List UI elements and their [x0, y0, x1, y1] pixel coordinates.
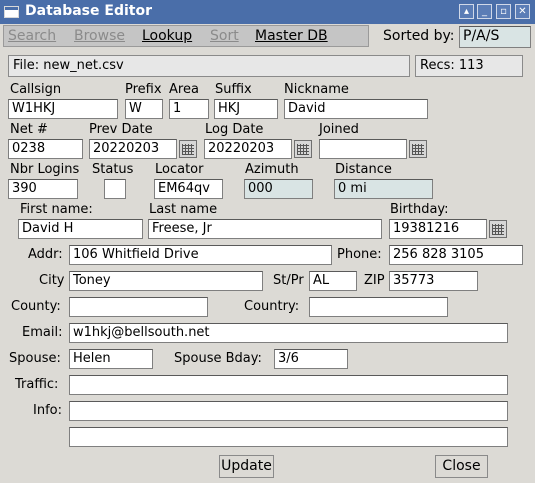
- sorted-by-label: Sorted by:: [383, 28, 455, 44]
- status-label: Status: [92, 162, 134, 177]
- maximize-icon[interactable]: ▫: [496, 4, 511, 19]
- callsign-label: Callsign: [10, 82, 62, 97]
- info-field-2[interactable]: [69, 427, 508, 447]
- nickname-label: Nickname: [284, 82, 349, 97]
- menu-bar: Search Browse Lookup Sort Master DB: [3, 25, 369, 47]
- address-field[interactable]: 106 Whitfield Drive: [69, 245, 332, 265]
- menu-master-db[interactable]: Master DB: [255, 28, 328, 44]
- update-button[interactable]: Update: [219, 455, 274, 478]
- spouse-birthday-field[interactable]: 3/6: [274, 349, 348, 369]
- suffix-field[interactable]: HKJ: [214, 99, 278, 119]
- address-label: Addr:: [28, 247, 63, 262]
- last-name-field[interactable]: Freese, Jr: [148, 219, 382, 239]
- nbr-logins-label: Nbr Logins: [10, 162, 80, 177]
- spouse-label: Spouse:: [9, 351, 61, 366]
- area-field[interactable]: 1: [169, 99, 209, 119]
- nickname-field[interactable]: David: [284, 99, 428, 119]
- info-field[interactable]: [69, 401, 508, 421]
- menu-browse[interactable]: Browse: [74, 28, 125, 44]
- close-window-icon[interactable]: ✕: [515, 4, 530, 19]
- joined-label: Joined: [319, 122, 359, 137]
- spouse-field[interactable]: Helen: [69, 349, 153, 369]
- log-date-calendar-icon[interactable]: [294, 140, 312, 158]
- distance-label: Distance: [335, 162, 392, 177]
- distance-field: 0 mi: [334, 179, 433, 199]
- window-title: Database Editor: [25, 3, 152, 19]
- log-date-label: Log Date: [205, 122, 264, 137]
- first-name-field[interactable]: David H: [18, 219, 143, 239]
- spouse-birthday-label: Spouse Bday:: [174, 351, 262, 366]
- callsign-field[interactable]: W1HKJ: [8, 99, 118, 119]
- zip-label: ZIP: [364, 273, 385, 288]
- net-number-label: Net #: [10, 122, 48, 137]
- email-field[interactable]: w1hkj@bellsouth.net: [69, 323, 508, 343]
- traffic-field[interactable]: [69, 375, 508, 395]
- county-field[interactable]: [69, 297, 208, 317]
- status-field[interactable]: [104, 179, 126, 199]
- azimuth-label: Azimuth: [245, 162, 299, 177]
- app-icon: [4, 6, 19, 18]
- azimuth-field: 000: [244, 179, 313, 199]
- birthday-calendar-icon[interactable]: [489, 220, 507, 238]
- country-label: Country:: [244, 299, 300, 314]
- city-field[interactable]: Toney: [69, 271, 263, 291]
- menu-sort[interactable]: Sort: [210, 28, 239, 44]
- city-label: City: [39, 273, 65, 288]
- prev-date-field[interactable]: 20220203: [89, 139, 177, 159]
- info-label: Info:: [33, 403, 62, 418]
- log-date-field[interactable]: 20220203: [204, 139, 292, 159]
- birthday-label: Birthday:: [390, 202, 449, 217]
- first-name-label: First name:: [20, 202, 93, 217]
- country-field[interactable]: [309, 297, 448, 317]
- nbr-logins-field[interactable]: 390: [8, 179, 78, 199]
- county-label: County:: [11, 299, 61, 314]
- birthday-field[interactable]: 19381216: [389, 219, 487, 239]
- menu-lookup[interactable]: Lookup: [142, 28, 192, 44]
- zip-field[interactable]: 35773: [389, 271, 478, 291]
- joined-calendar-icon[interactable]: [409, 140, 427, 158]
- record-count: Recs: 113: [415, 55, 523, 77]
- traffic-label: Traffic:: [15, 377, 59, 392]
- joined-field[interactable]: [319, 139, 407, 159]
- prev-date-calendar-icon[interactable]: [179, 140, 197, 158]
- shade-icon[interactable]: ▴: [459, 4, 474, 19]
- file-name-display: File: new_net.csv: [8, 55, 410, 77]
- close-button[interactable]: Close: [435, 455, 488, 478]
- state-province-field[interactable]: AL: [309, 271, 357, 291]
- email-label: Email:: [22, 325, 63, 340]
- net-number-field[interactable]: 0238: [8, 139, 83, 159]
- menu-search[interactable]: Search: [8, 28, 56, 44]
- minimize-icon[interactable]: _: [477, 4, 492, 19]
- title-bar: Database Editor ▴ _ ▫ ✕: [0, 0, 535, 24]
- phone-field[interactable]: 256 828 3105: [389, 245, 523, 265]
- last-name-label: Last name: [149, 202, 218, 217]
- sorted-by-field[interactable]: P/A/S: [459, 26, 531, 48]
- prefix-label: Prefix: [125, 82, 162, 97]
- prefix-field[interactable]: W: [125, 99, 163, 119]
- prev-date-label: Prev Date: [89, 122, 153, 137]
- locator-label: Locator: [155, 162, 204, 177]
- state-province-label: St/Pr: [273, 273, 304, 288]
- phone-label: Phone:: [337, 247, 382, 262]
- area-label: Area: [169, 82, 199, 97]
- locator-field[interactable]: EM64qv: [154, 179, 223, 199]
- suffix-label: Suffix: [215, 82, 252, 97]
